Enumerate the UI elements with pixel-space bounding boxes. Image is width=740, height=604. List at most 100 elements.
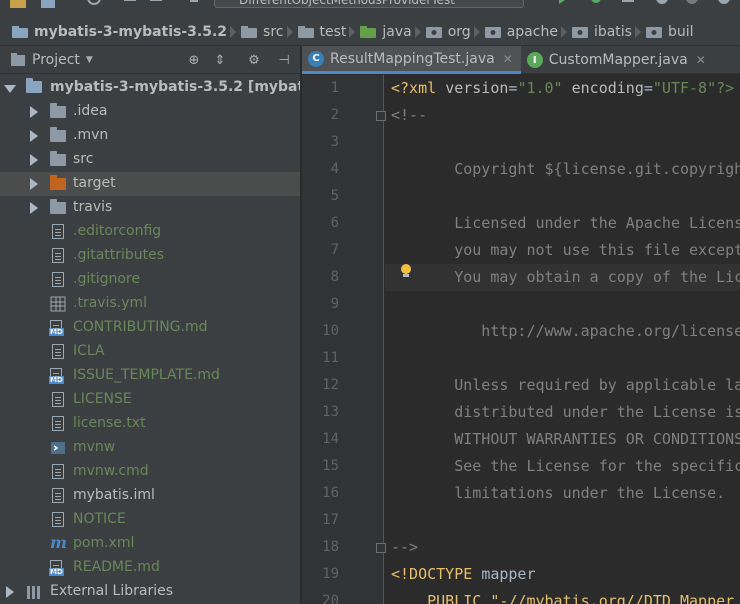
tree-item-label: travis bbox=[73, 199, 113, 215]
collapse-arrow-icon[interactable] bbox=[30, 106, 38, 118]
forward-icon[interactable] bbox=[148, 0, 164, 8]
breadcrumb-item[interactable]: ibatis bbox=[558, 18, 641, 45]
sync-icon[interactable] bbox=[86, 0, 102, 8]
tree-root[interactable]: mybatis-3-mybatis-3.5.2 [mybatis] bbox=[0, 76, 300, 100]
breadcrumb-item[interactable]: java bbox=[346, 18, 421, 45]
breadcrumb-label: apache bbox=[506, 23, 558, 40]
xml-token: "1.0" bbox=[517, 79, 563, 97]
package-icon bbox=[571, 26, 588, 38]
tree-item-label: CONTRIBUTING.md bbox=[73, 319, 208, 335]
tree-item-label: .gitattributes bbox=[73, 247, 165, 263]
tree-item[interactable]: mvnw bbox=[0, 436, 300, 460]
stop-icon[interactable] bbox=[684, 0, 700, 8]
tree-item[interactable]: .editorconfig bbox=[0, 220, 300, 244]
tree-item[interactable]: travis bbox=[0, 196, 300, 220]
tree-item[interactable]: .gitattributes bbox=[0, 244, 300, 268]
package-icon bbox=[645, 26, 662, 38]
locate-file-icon[interactable]: ⊕ bbox=[186, 52, 202, 68]
line-number: 19 bbox=[322, 566, 339, 582]
run-configuration-select[interactable]: DifferentObjectMethodsProviderTest bbox=[214, 0, 524, 8]
tree-item[interactable]: m pom.xml bbox=[0, 532, 300, 556]
line-number: 7 bbox=[330, 242, 339, 258]
breadcrumb-item[interactable]: src bbox=[227, 18, 293, 45]
save-icon[interactable] bbox=[40, 0, 56, 8]
folder-icon bbox=[50, 127, 66, 146]
run-icon[interactable] bbox=[556, 0, 572, 8]
tree-item[interactable]: LICENSE bbox=[0, 388, 300, 412]
coverage-icon[interactable] bbox=[620, 0, 636, 8]
tree-item[interactable]: target bbox=[0, 172, 300, 196]
collapse-arrow-icon[interactable] bbox=[30, 130, 38, 142]
project-panel-header: Project ▼ ⊕ ⇕ ⚙ ⊣ bbox=[0, 46, 300, 74]
folder-icon bbox=[241, 25, 258, 38]
chevron-down-icon[interactable]: ▼ bbox=[86, 55, 93, 65]
tree-item-label: ISSUE_TEMPLATE.md bbox=[73, 367, 220, 383]
tree-item[interactable]: MD README.md bbox=[0, 556, 300, 580]
tree-item-label: mvnw bbox=[73, 439, 116, 455]
tree-item[interactable]: ICLA bbox=[0, 340, 300, 364]
expand-arrow-icon[interactable] bbox=[4, 85, 16, 93]
breadcrumb-item[interactable]: org bbox=[412, 18, 480, 45]
breadcrumb-item[interactable]: buil bbox=[632, 18, 694, 45]
text-file-icon bbox=[50, 272, 66, 288]
tree-item[interactable]: External Libraries bbox=[0, 580, 300, 604]
breadcrumb-item[interactable]: apache bbox=[471, 18, 567, 45]
code-area[interactable]: <?xml version="1.0" encoding="UTF-8"?> <!… bbox=[385, 75, 740, 604]
lightbulb-icon[interactable] bbox=[400, 264, 412, 278]
collapse-arrow-icon[interactable] bbox=[30, 202, 38, 214]
line-number: 14 bbox=[322, 431, 339, 447]
markdown-file-icon: MD bbox=[49, 368, 66, 384]
tree-item[interactable]: .gitignore bbox=[0, 268, 300, 292]
open-folder-icon[interactable] bbox=[10, 0, 26, 8]
tree-item[interactable]: license.txt bbox=[0, 412, 300, 436]
tree-item[interactable]: MD ISSUE_TEMPLATE.md bbox=[0, 364, 300, 388]
code-line: Unless required by applicable law or agr… bbox=[454, 376, 740, 394]
line-number: 13 bbox=[322, 404, 339, 420]
text-file-icon bbox=[50, 488, 66, 504]
tree-item-label: .idea bbox=[73, 103, 108, 119]
tree-item[interactable]: src bbox=[0, 148, 300, 172]
line-number: 15 bbox=[322, 458, 339, 474]
profile-icon[interactable] bbox=[654, 0, 670, 8]
editor-tab[interactable]: C ResultMappingTest.java ✕ bbox=[302, 46, 521, 74]
line-number: 18 bbox=[322, 539, 339, 555]
tree-item[interactable]: mybatis.iml bbox=[0, 484, 300, 508]
tree-item[interactable]: MD CONTRIBUTING.md bbox=[0, 316, 300, 340]
tree-item-label: mybatis.iml bbox=[73, 487, 155, 503]
excluded-folder-icon bbox=[50, 175, 66, 194]
tree-item[interactable]: mvnw.cmd bbox=[0, 460, 300, 484]
code-line: WITHOUT WARRANTIES OR CONDITIONS OF ANY … bbox=[454, 430, 740, 448]
close-icon[interactable]: ✕ bbox=[696, 53, 706, 67]
collapse-all-icon[interactable]: ⇕ bbox=[212, 52, 228, 68]
tree-item[interactable]: .idea bbox=[0, 100, 300, 124]
back-icon[interactable] bbox=[122, 0, 138, 8]
collapse-arrow-icon[interactable] bbox=[30, 178, 38, 190]
text-file-icon bbox=[50, 248, 66, 264]
code-line: you may not use this file except in comp… bbox=[454, 241, 740, 259]
breadcrumb-item[interactable]: mybatis-3-mybatis-3.5.2 bbox=[0, 18, 237, 45]
java-class-icon: C bbox=[308, 50, 324, 67]
project-tool-window: Project ▼ ⊕ ⇕ ⚙ ⊣ mybatis-3-mybatis-3.5.… bbox=[0, 46, 300, 604]
editor-tab[interactable]: I CustomMapper.java ✕ bbox=[521, 46, 714, 74]
java-interface-icon: I bbox=[526, 52, 543, 68]
line-number: 10 bbox=[322, 323, 339, 339]
tree-item[interactable]: .travis.yml bbox=[0, 292, 300, 316]
hide-panel-icon[interactable]: ⊣ bbox=[276, 52, 292, 68]
gear-icon[interactable]: ⚙ bbox=[246, 52, 262, 68]
tree-item-label: README.md bbox=[73, 559, 160, 575]
package-icon bbox=[425, 26, 442, 38]
code-line: <!DOCTYPE mapper bbox=[391, 561, 536, 588]
breadcrumb-item[interactable]: test bbox=[284, 18, 356, 45]
collapse-arrow-icon[interactable] bbox=[6, 586, 14, 598]
debug-icon[interactable] bbox=[588, 0, 604, 8]
tree-item-label: External Libraries bbox=[50, 583, 173, 599]
tree-item[interactable]: .mvn bbox=[0, 124, 300, 148]
module-folder-icon bbox=[26, 78, 42, 97]
build-icon[interactable] bbox=[186, 0, 202, 8]
close-icon[interactable]: ✕ bbox=[503, 52, 513, 66]
project-panel-title[interactable]: Project bbox=[32, 52, 80, 68]
settings-icon[interactable] bbox=[716, 0, 732, 8]
yaml-file-icon bbox=[50, 296, 66, 312]
collapse-arrow-icon[interactable] bbox=[30, 154, 38, 166]
tree-item[interactable]: NOTICE bbox=[0, 508, 300, 532]
